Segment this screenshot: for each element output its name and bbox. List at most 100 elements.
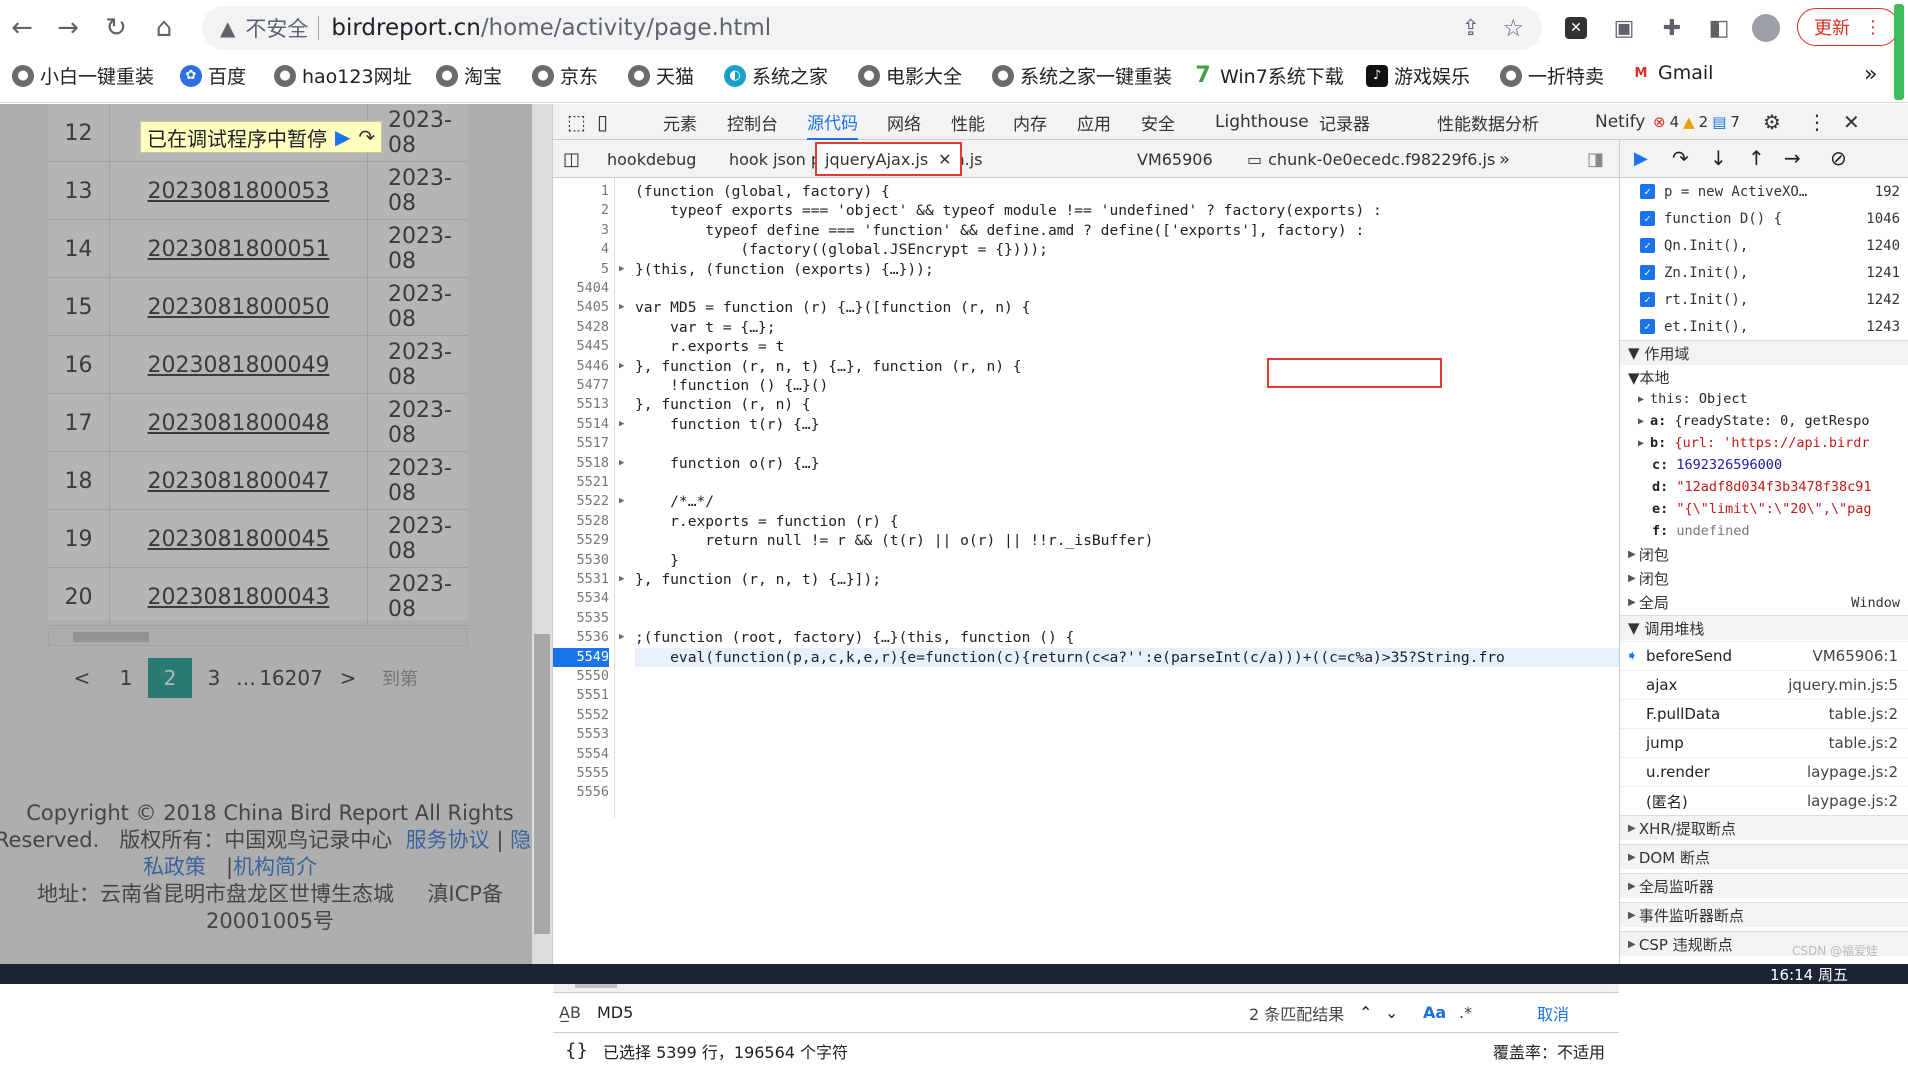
breakpoint-item[interactable]: ✓ Zn.Init(), 1241: [1620, 259, 1908, 286]
bookmark-item[interactable]: ● 京东: [532, 62, 598, 89]
line-number[interactable]: 5550: [553, 667, 609, 686]
line-number[interactable]: 5428: [553, 318, 609, 337]
tab-network[interactable]: 网络: [887, 104, 921, 140]
closure-scope-header[interactable]: ▶ 闭包: [1620, 566, 1908, 591]
extension-x-icon[interactable]: ✕: [1560, 12, 1592, 44]
line-number[interactable]: 5477: [553, 376, 609, 395]
breakpoint-item[interactable]: ✓ rt.Init(), 1242: [1620, 286, 1908, 313]
xhr-breakpoints-header[interactable]: ▶ XHR/提取断点: [1620, 815, 1908, 840]
search-input[interactable]: MD5: [597, 1003, 633, 1022]
fold-arrow-icon[interactable]: ▶: [619, 492, 624, 511]
callstack-frame[interactable]: ajax jquery.min.js:5: [1620, 670, 1908, 699]
inspect-icon[interactable]: ⬚: [567, 104, 586, 140]
more-bookmarks-button[interactable]: »: [1864, 62, 1877, 87]
pretty-print-icon[interactable]: {}: [565, 1040, 588, 1061]
more-icon[interactable]: ⋮: [1807, 104, 1827, 140]
line-number[interactable]: 5514: [553, 415, 609, 434]
tab-sources[interactable]: 源代码: [807, 104, 858, 140]
event-listener-breakpoints-header[interactable]: ▶ 事件监听器断点: [1620, 902, 1908, 927]
checkbox[interactable]: ✓: [1640, 238, 1655, 253]
line-number[interactable]: 3: [553, 221, 609, 240]
bookmark-item[interactable]: ● 系统之家一键重装: [992, 62, 1172, 89]
bookmark-item[interactable]: ● 小白一键重装: [12, 62, 154, 89]
tab-performance[interactable]: 性能: [951, 104, 985, 140]
line-number[interactable]: 5445: [553, 337, 609, 356]
tab-perf-insights[interactable]: 性能数据分析: [1437, 104, 1539, 140]
gear-icon[interactable]: ⚙: [1763, 104, 1781, 140]
bookmark-item[interactable]: ● 一折特卖: [1500, 62, 1604, 89]
close-icon[interactable]: ✕: [1843, 104, 1860, 140]
checkbox[interactable]: ✓: [1640, 265, 1655, 280]
line-number[interactable]: 5530: [553, 551, 609, 570]
scope-item[interactable]: ▶ this: Object: [1620, 388, 1908, 410]
puzzle-icon[interactable]: ✚: [1656, 12, 1688, 44]
tab-application[interactable]: 应用: [1077, 104, 1111, 140]
file-tab[interactable]: VM65906: [1137, 140, 1213, 178]
scrollbar-thumb[interactable]: [534, 634, 550, 934]
line-number[interactable]: 5549: [553, 647, 609, 667]
line-number[interactable]: 5446: [553, 357, 609, 376]
fold-arrow-icon[interactable]: ▶: [619, 415, 624, 434]
line-number[interactable]: 5536: [553, 628, 609, 647]
bookmark-item[interactable]: M Gmail: [1630, 62, 1713, 84]
step-into-icon[interactable]: ↓: [1710, 146, 1727, 170]
tab-console[interactable]: 控制台: [727, 104, 778, 140]
scope-item[interactable]: f: undefined: [1620, 520, 1908, 542]
step-over-icon[interactable]: ↷: [1672, 146, 1689, 170]
callstack-section-header[interactable]: ▼ 调用堆栈: [1620, 615, 1908, 640]
line-number[interactable]: 1: [553, 182, 609, 201]
file-tab[interactable]: ▭ chunk-0e0ecedc.f98229f6.js: [1247, 140, 1495, 178]
update-button[interactable]: 更新 ⋮: [1797, 8, 1899, 46]
avatar[interactable]: [1750, 12, 1782, 44]
bookmark-item[interactable]: ◐ 系统之家: [724, 62, 828, 89]
issue-counters[interactable]: ⊗ 4 ▲ 2 ▤ 7: [1653, 104, 1740, 140]
global-scope-header[interactable]: ▶ 全局 Window: [1620, 590, 1908, 615]
close-icon[interactable]: ✕: [938, 150, 951, 169]
fold-arrow-icon[interactable]: ▶: [619, 570, 624, 589]
tab-lighthouse[interactable]: Lighthouse: [1215, 104, 1309, 140]
line-number[interactable]: 5553: [553, 725, 609, 744]
line-number[interactable]: 5554: [553, 745, 609, 764]
breakpoint-item[interactable]: ✓ function D() {1046: [1620, 205, 1908, 232]
scope-item[interactable]: ▶ b: {url: 'https://api.birdr: [1620, 432, 1908, 454]
step-out-icon[interactable]: ↑: [1748, 146, 1765, 170]
checkbox[interactable]: ✓: [1640, 211, 1655, 226]
line-number[interactable]: 5528: [553, 512, 609, 531]
scope-section-header[interactable]: ▼ 作用域: [1620, 340, 1908, 365]
scope-item[interactable]: d: "12adf8d034f3b3478f38c91: [1620, 476, 1908, 498]
checkbox[interactable]: ✓: [1640, 319, 1655, 334]
line-number[interactable]: 5404: [553, 279, 609, 298]
device-toggle-icon[interactable]: ▯: [597, 104, 608, 140]
bookmark-item[interactable]: ● hao123网址: [274, 62, 412, 89]
line-number[interactable]: 5556: [553, 783, 609, 802]
scope-item[interactable]: c: 1692326596000: [1620, 454, 1908, 476]
share-icon[interactable]: ⇪: [1462, 16, 1480, 41]
line-number[interactable]: 5535: [553, 609, 609, 628]
bookmark-item[interactable]: ♪ 游戏娱乐: [1366, 62, 1470, 89]
bookmark-item[interactable]: ● 淘宝: [436, 62, 502, 89]
line-number[interactable]: 5529: [553, 531, 609, 550]
step-icon[interactable]: →: [1784, 146, 1801, 170]
callstack-frame[interactable]: (匿名) laypage.js:2: [1620, 786, 1908, 815]
fold-arrow-icon[interactable]: ▶: [619, 357, 624, 376]
star-icon[interactable]: ☆: [1502, 14, 1524, 42]
scope-item[interactable]: e: "{\"limit\":\"20\",\"pag: [1620, 498, 1908, 520]
line-number[interactable]: 5518: [553, 454, 609, 473]
fold-arrow-icon[interactable]: ▶: [619, 260, 624, 279]
bookmark-item[interactable]: ✿ 百度: [180, 62, 246, 89]
breakpoint-item[interactable]: ✓ p = new ActiveXO… 192: [1620, 178, 1908, 205]
step-over-icon[interactable]: ↷: [358, 125, 375, 149]
more-tabs-icon[interactable]: »: [1499, 140, 1510, 178]
breakpoint-item[interactable]: ✓ et.Init(), 1243: [1620, 313, 1908, 340]
bookmark-item[interactable]: ● 天猫: [628, 62, 694, 89]
dom-breakpoints-header[interactable]: ▶ DOM 断点: [1620, 844, 1908, 869]
breakpoint-item[interactable]: ✓ Qn.Init(), 1240: [1620, 232, 1908, 259]
fold-arrow-icon[interactable]: ▶: [619, 298, 624, 317]
local-scope-header[interactable]: ▼ 本地: [1620, 365, 1908, 390]
line-number[interactable]: 2: [553, 201, 609, 220]
tab-netify[interactable]: Netify: [1595, 104, 1645, 140]
regex-toggle[interactable]: .*: [1459, 1003, 1472, 1022]
match-case-toggle[interactable]: Aa: [1423, 1003, 1446, 1022]
fold-arrow-icon[interactable]: ▶: [619, 628, 624, 647]
callstack-frame[interactable]: jump table.js:2: [1620, 728, 1908, 757]
